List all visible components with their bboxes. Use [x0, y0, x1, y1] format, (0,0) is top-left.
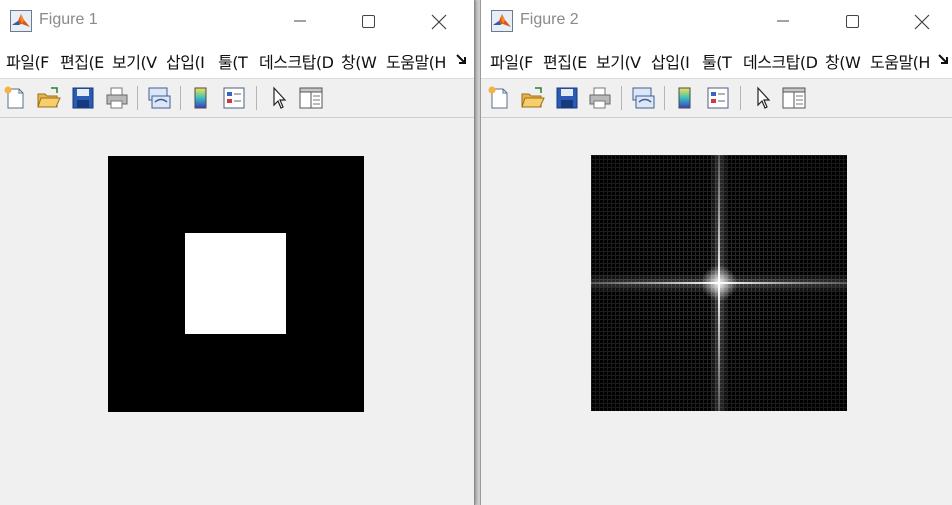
save-button[interactable]: [554, 85, 580, 111]
menu-overflow-arrow-icon[interactable]: [455, 52, 469, 66]
figure-toolbar: [481, 79, 952, 118]
open-file-icon: [37, 87, 61, 108]
menu-help[interactable]: 도움말(H: [386, 49, 449, 73]
save-icon: [556, 87, 578, 109]
minimize-icon: [777, 20, 789, 22]
menu-view[interactable]: 보기(V: [112, 49, 159, 73]
figure-1-window: Figure 1 파일(F 편집(E 보기(V 삽입(I 툴(T 데스크탑(D …: [0, 0, 475, 505]
figure-2-window: Figure 2 파일(F 편집(E 보기(V 삽입(I 툴(T 데스크탑(D …: [480, 0, 952, 505]
close-button[interactable]: [418, 8, 458, 34]
link-plot-icon: [148, 87, 171, 109]
minimize-button[interactable]: [280, 8, 320, 34]
toolbar-separator: [740, 86, 741, 110]
property-editor-button[interactable]: [298, 85, 324, 111]
save-button[interactable]: [70, 85, 96, 111]
toolbar-separator: [256, 86, 257, 110]
square-image-axes[interactable]: [108, 156, 364, 412]
menu-desktop[interactable]: 데스크탑(D: [743, 49, 818, 73]
maximize-button[interactable]: [832, 8, 872, 34]
edit-plot-pointer-icon: [273, 86, 287, 109]
figure-toolbar: [0, 79, 474, 118]
menu-tools[interactable]: 툴(T: [218, 49, 253, 73]
new-figure-icon: [488, 86, 508, 109]
link-plot-icon: [632, 87, 655, 109]
white-square: [185, 233, 286, 334]
edit-plot-button[interactable]: [750, 85, 776, 111]
menu-window[interactable]: 창(W: [825, 49, 863, 73]
property-editor-button[interactable]: [781, 85, 807, 111]
edit-plot-button[interactable]: [266, 85, 292, 111]
colorbar-icon: [194, 87, 207, 109]
menu-overflow-arrow-icon[interactable]: [937, 52, 951, 66]
menu-view[interactable]: 보기(V: [596, 49, 643, 73]
window-title: Figure 1: [39, 11, 98, 28]
new-figure-button[interactable]: [486, 85, 512, 111]
save-icon: [72, 87, 94, 109]
new-figure-icon: [4, 86, 24, 109]
maximize-button[interactable]: [348, 8, 388, 34]
menu-file[interactable]: 파일(F: [6, 49, 54, 73]
menu-insert[interactable]: 삽입(I: [166, 49, 210, 73]
property-editor-icon: [782, 87, 806, 109]
menu-help[interactable]: 도움말(H: [870, 49, 933, 73]
fourier-spectrum-image: [591, 155, 847, 411]
close-button[interactable]: [901, 8, 941, 34]
menu-insert[interactable]: 삽입(I: [651, 49, 695, 73]
insert-legend-button[interactable]: [221, 85, 247, 111]
open-file-button[interactable]: [520, 85, 546, 111]
insert-colorbar-button[interactable]: [188, 85, 214, 111]
menu-edit[interactable]: 편집(E: [543, 49, 591, 73]
legend-icon: [223, 87, 245, 109]
insert-colorbar-button[interactable]: [672, 85, 698, 111]
minimize-icon: [294, 20, 306, 22]
menu-file[interactable]: 파일(F: [490, 49, 537, 73]
print-icon: [106, 87, 128, 109]
figure-canvas[interactable]: [0, 118, 474, 505]
menu-edit[interactable]: 편집(E: [60, 49, 108, 73]
print-button[interactable]: [587, 85, 613, 111]
spectrum-image-axes[interactable]: [591, 155, 847, 411]
minimize-button[interactable]: [763, 8, 803, 34]
legend-icon: [707, 87, 729, 109]
maximize-icon: [846, 15, 859, 28]
menu-desktop[interactable]: 데스크탑(D: [259, 49, 334, 73]
toolbar-separator: [664, 86, 665, 110]
new-figure-button[interactable]: [2, 85, 28, 111]
open-file-button[interactable]: [36, 85, 62, 111]
title-bar[interactable]: Figure 1: [0, 0, 474, 42]
matlab-logo-icon: [10, 10, 32, 32]
print-button[interactable]: [104, 85, 130, 111]
link-plot-button[interactable]: [630, 85, 656, 111]
toolbar-separator: [137, 86, 138, 110]
open-file-icon: [521, 87, 545, 108]
menu-window[interactable]: 창(W: [341, 49, 379, 73]
menu-bar: 파일(F 편집(E 보기(V 삽입(I 툴(T 데스크탑(D 창(W 도움말(H: [0, 42, 474, 79]
maximize-icon: [362, 15, 375, 28]
insert-legend-button[interactable]: [705, 85, 731, 111]
menu-bar: 파일(F 편집(E 보기(V 삽입(I 툴(T 데스크탑(D 창(W 도움말(H: [481, 42, 952, 79]
matlab-logo-icon: [491, 10, 513, 32]
property-editor-icon: [299, 87, 323, 109]
edit-plot-pointer-icon: [757, 86, 771, 109]
close-icon: [431, 14, 447, 30]
colorbar-icon: [678, 87, 691, 109]
toolbar-separator: [180, 86, 181, 110]
window-title: Figure 2: [520, 11, 579, 28]
menu-tools[interactable]: 툴(T: [702, 49, 737, 73]
close-icon: [914, 14, 930, 30]
title-bar[interactable]: Figure 2: [481, 0, 952, 42]
link-plot-button[interactable]: [146, 85, 172, 111]
print-icon: [589, 87, 611, 109]
figure-canvas[interactable]: [481, 118, 952, 505]
toolbar-separator: [621, 86, 622, 110]
